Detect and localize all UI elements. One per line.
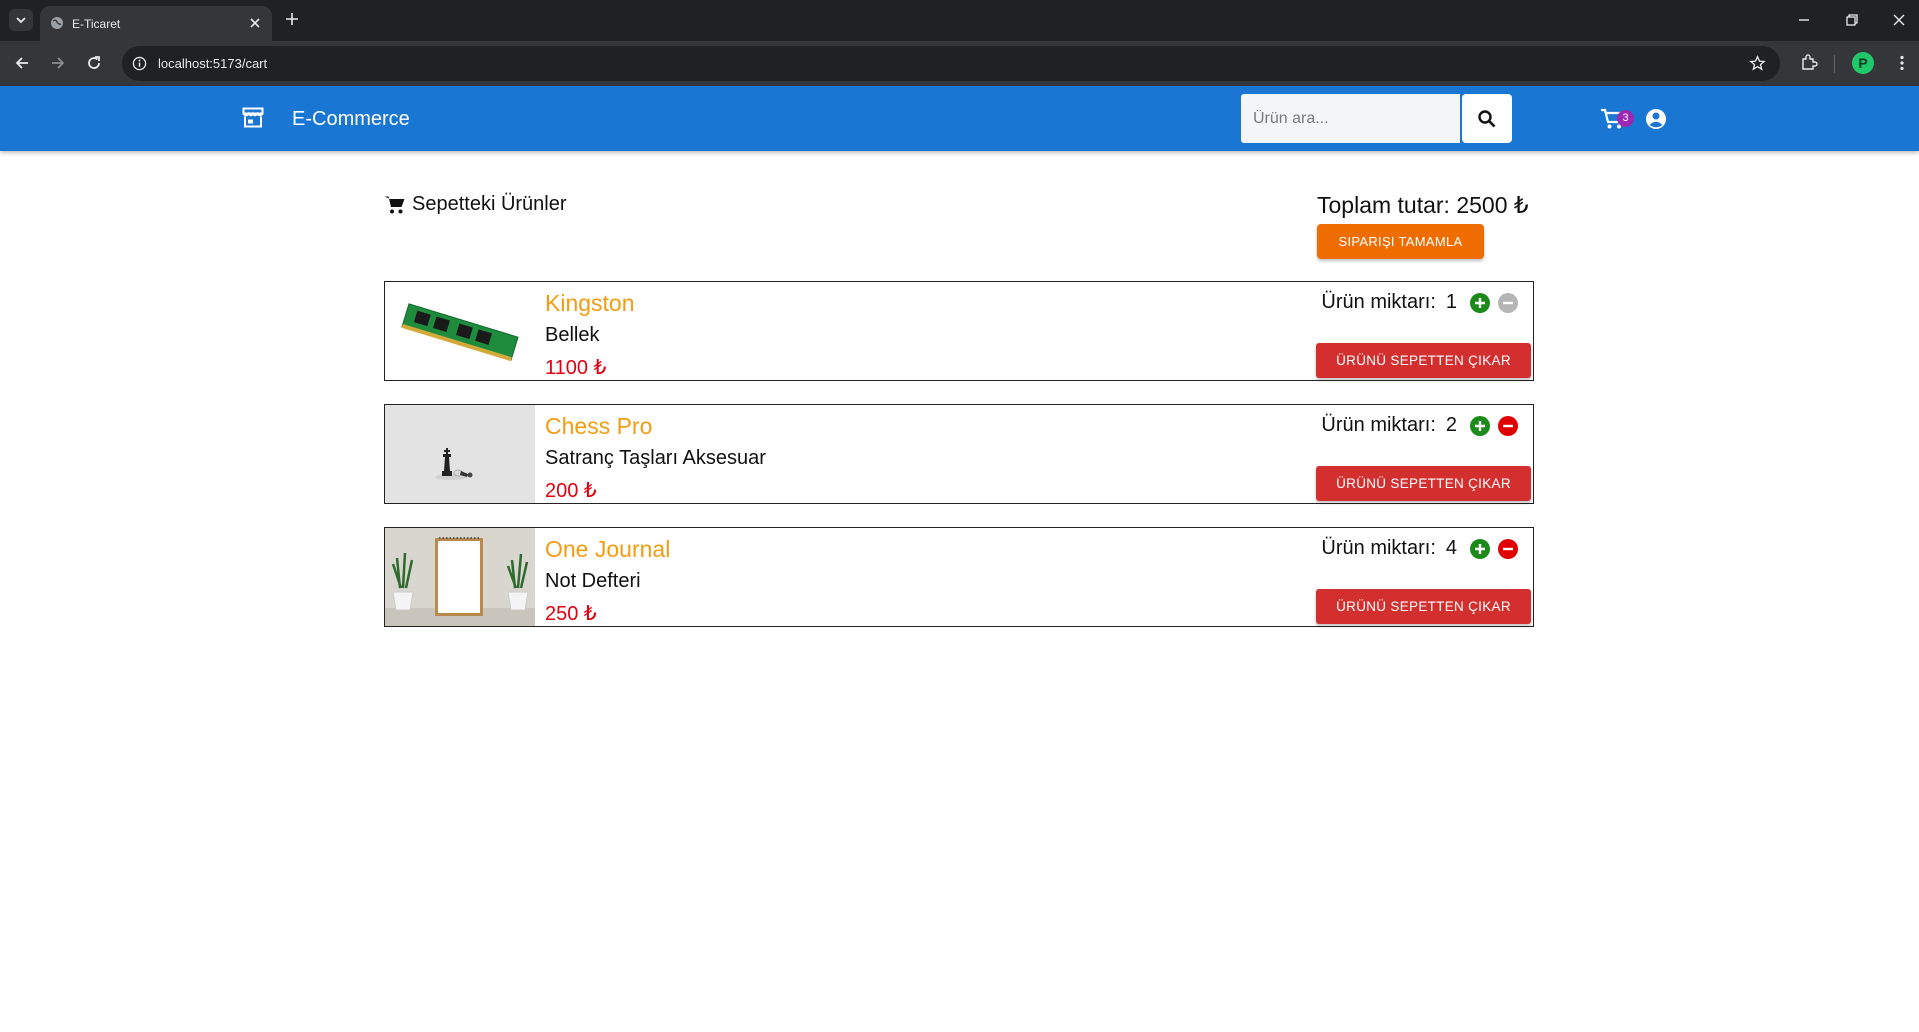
product-price: 1100 ₺ [545, 357, 607, 379]
quantity-control: Ürün miktarı: 2 [1321, 414, 1519, 437]
cart-item: Chess Pro Satranç Taşları Aksesuar 200 ₺… [384, 404, 1534, 504]
product-image[interactable] [385, 528, 535, 626]
quantity-value: 4 [1445, 537, 1457, 559]
search-input[interactable] [1241, 94, 1460, 143]
product-name[interactable]: One Journal [545, 536, 670, 563]
search-icon [1478, 109, 1496, 127]
decrease-quantity-icon[interactable] [1497, 415, 1519, 437]
product-category: Satranç Taşları Aksesuar [545, 447, 766, 469]
forward-arrow-icon[interactable] [49, 54, 67, 72]
browser-toolbar: localhost:5173/cart P [0, 41, 1919, 86]
product-name[interactable]: Chess Pro [545, 413, 652, 440]
quantity-label: Ürün miktarı: [1321, 414, 1436, 436]
chevron-down-icon [16, 17, 26, 24]
quantity-label: Ürün miktarı: [1321, 291, 1436, 313]
minimize-icon[interactable] [1797, 13, 1811, 27]
site-info-icon[interactable] [132, 56, 147, 71]
cart-item: One Journal Not Defteri 250 ₺ Ürün mikta… [384, 527, 1534, 627]
account-circle-icon[interactable] [1645, 108, 1667, 130]
remove-from-cart-button[interactable]: ÜRÜNÜ SEPETTEN ÇIKAR [1316, 589, 1531, 624]
bookmark-star-icon[interactable] [1749, 55, 1766, 72]
quantity-control: Ürün miktarı: 4 [1321, 537, 1519, 560]
product-price: 200 ₺ [545, 480, 597, 502]
restore-icon[interactable] [1845, 13, 1859, 27]
cart-page-title: Sepetteki Ürünler [384, 193, 567, 216]
cart-total: Toplam tutar: 2500 ₺ [1317, 192, 1529, 218]
product-image[interactable] [385, 282, 535, 380]
product-category: Not Defteri [545, 570, 641, 592]
tab-search-button[interactable] [9, 9, 33, 31]
tab-title: E-Ticaret [72, 17, 121, 31]
search-button[interactable] [1462, 94, 1512, 143]
product-price: 250 ₺ [545, 603, 597, 625]
store-icon[interactable] [242, 107, 264, 128]
brand-title[interactable]: E-Commerce [292, 108, 410, 131]
extensions-puzzle-icon[interactable] [1800, 53, 1818, 71]
increase-quantity-icon[interactable] [1469, 292, 1491, 314]
decrease-quantity-icon[interactable] [1497, 292, 1519, 314]
quantity-value: 1 [1445, 291, 1457, 313]
reload-icon[interactable] [85, 54, 103, 72]
new-tab-icon[interactable] [284, 11, 300, 27]
increase-quantity-icon[interactable] [1469, 538, 1491, 560]
product-name[interactable]: Kingston [545, 290, 635, 317]
toolbar-divider [1834, 55, 1835, 73]
globe-icon [51, 17, 63, 29]
back-arrow-icon[interactable] [13, 54, 31, 72]
cart-title-text: Sepetteki Ürünler [412, 193, 567, 215]
cart-count-badge: 3 [1617, 110, 1634, 127]
decrease-quantity-icon[interactable] [1497, 538, 1519, 560]
shopping-cart-icon [385, 196, 405, 213]
ram-module-image [385, 282, 535, 380]
complete-order-button[interactable]: SIPARIŞI TAMAMLA [1317, 224, 1484, 259]
product-image[interactable] [385, 405, 535, 503]
browser-tab-strip: E-Ticaret [0, 0, 1919, 41]
profile-avatar[interactable]: P [1852, 52, 1874, 74]
cart-item: Kingston Bellek 1100 ₺ Ürün miktarı: 1 Ü… [384, 281, 1534, 381]
quantity-control: Ürün miktarı: 1 [1321, 291, 1519, 314]
increase-quantity-icon[interactable] [1469, 415, 1491, 437]
notebook-image [385, 528, 535, 626]
app-header: E-Commerce 3 [0, 86, 1919, 151]
window-close-icon[interactable] [1892, 13, 1906, 27]
browser-tab[interactable]: E-Ticaret [40, 6, 272, 41]
quantity-label: Ürün miktarı: [1321, 537, 1436, 559]
product-category: Bellek [545, 324, 600, 346]
chess-pieces-image [385, 405, 535, 503]
url-text: localhost:5173/cart [158, 56, 268, 71]
address-bar[interactable]: localhost:5173/cart [122, 46, 1780, 81]
remove-from-cart-button[interactable]: ÜRÜNÜ SEPETTEN ÇIKAR [1316, 343, 1531, 378]
close-icon[interactable] [248, 16, 262, 30]
quantity-value: 2 [1445, 414, 1457, 436]
more-vertical-icon[interactable] [1893, 54, 1911, 72]
remove-from-cart-button[interactable]: ÜRÜNÜ SEPETTEN ÇIKAR [1316, 466, 1531, 501]
